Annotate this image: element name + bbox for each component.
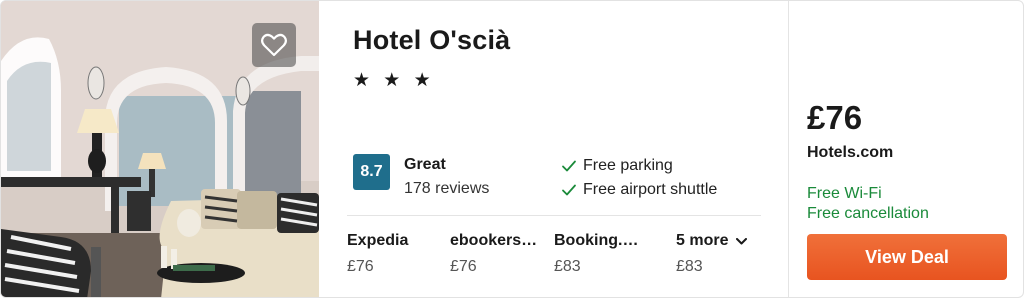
more-deals-price: £83 bbox=[676, 258, 703, 275]
amenity-item: Free parking bbox=[561, 157, 673, 175]
provider-deal-booking[interactable]: Booking.… £83 bbox=[554, 232, 642, 276]
heart-icon bbox=[261, 33, 287, 57]
deal-perk: Free cancellation bbox=[807, 205, 929, 222]
more-deals-button[interactable]: 5 more £83 bbox=[676, 232, 761, 276]
review-count[interactable]: 178 reviews bbox=[404, 180, 489, 198]
chevron-down-icon bbox=[736, 237, 748, 244]
provider-name: ebookers… bbox=[450, 232, 538, 249]
more-deals-label-row: 5 more bbox=[676, 232, 761, 250]
provider-price: £76 bbox=[347, 258, 374, 275]
view-deal-button[interactable]: View Deal bbox=[807, 234, 1007, 280]
provider-name: Expedia bbox=[347, 232, 409, 249]
best-price-site: Hotels.com bbox=[807, 144, 894, 161]
column-divider bbox=[788, 1, 789, 297]
amenity-item: Free airport shuttle bbox=[561, 181, 717, 199]
amenity-label: Free airport shuttle bbox=[583, 181, 718, 198]
check-icon bbox=[562, 160, 576, 172]
hotel-photo[interactable] bbox=[1, 1, 319, 297]
rating-label: Great bbox=[404, 156, 446, 173]
provider-deal-expedia[interactable]: Expedia £76 bbox=[347, 232, 457, 276]
rating-score-badge: 8.7 bbox=[353, 154, 390, 190]
deal-perk: Free Wi-Fi bbox=[807, 185, 882, 202]
star-rating: ★ ★ ★ bbox=[353, 70, 435, 91]
best-price: £76 bbox=[807, 99, 863, 136]
provider-price: £76 bbox=[450, 258, 477, 275]
provider-price: £83 bbox=[554, 258, 581, 275]
check-icon bbox=[562, 184, 576, 196]
provider-deal-ebookers[interactable]: ebookers… £76 bbox=[450, 232, 545, 276]
provider-name: Booking.… bbox=[554, 232, 639, 249]
hotel-result-card: Hotel O'scià ★ ★ ★ 8.7 Great 178 reviews… bbox=[0, 0, 1024, 298]
favorite-button[interactable] bbox=[252, 23, 296, 67]
more-deals-label: 5 more bbox=[676, 232, 729, 249]
amenity-label: Free parking bbox=[583, 157, 673, 174]
hotel-name[interactable]: Hotel O'scià bbox=[353, 25, 510, 56]
divider bbox=[347, 215, 761, 216]
